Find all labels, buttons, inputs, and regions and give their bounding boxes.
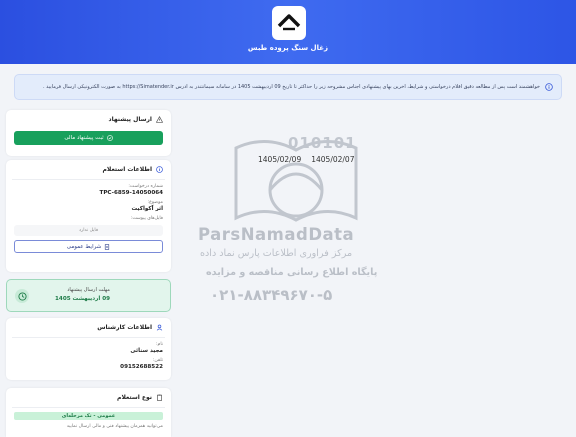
clipboard-icon xyxy=(157,394,162,401)
request-number-label: شماره درخواست: xyxy=(128,184,163,189)
inquiry-info-header: اطلاعات استعلام xyxy=(6,160,171,179)
expert-info-header: اطلاعات کارشناس xyxy=(6,318,171,337)
notice-text: خواهشمند است پس از مطالعه دقیق اقلام درخ… xyxy=(43,84,540,90)
user-icon xyxy=(156,324,163,331)
inquiry-type-card: نوع استعلام عمومی - تک مرحله‌ای می‌توانی… xyxy=(6,388,171,437)
subject-label: موضوع: xyxy=(147,200,163,205)
watermark-line1: مرکز فراوری اطلاعات پارس نماد داده xyxy=(200,248,353,259)
house-logo-icon xyxy=(277,14,301,31)
company-logo xyxy=(272,6,306,40)
deadline-card: مهلت ارسال پیشنهاد 09 اردیبهشت 1405 xyxy=(6,279,171,312)
watermark-digits: 010101 xyxy=(288,134,357,152)
expert-phone-label: تلفن: xyxy=(152,358,163,363)
divider xyxy=(12,337,165,338)
send-offer-header: ارسال پیشنهاد xyxy=(6,110,171,129)
watermark-brand: ParsNamadData xyxy=(198,225,355,244)
request-number: TPC-6859-14050064 xyxy=(99,190,164,196)
date-range: 1405/02/09 1405/02/07 xyxy=(258,155,354,164)
inquiry-info-title: اطلاعات استعلام xyxy=(102,166,152,173)
inquiry-info-card: اطلاعات استعلام شماره درخواست: TPC-6859-… xyxy=(6,160,171,272)
company-name: زغال سنگ پروده طبس xyxy=(247,44,329,52)
subject: اثر آکواکیت xyxy=(131,206,164,212)
attachments-label: فایل‌های پیوست: xyxy=(130,216,163,221)
header-banner: زغال سنگ پروده طبس xyxy=(0,0,576,64)
expert-name: مجید سنائی xyxy=(130,348,163,354)
divider xyxy=(12,179,165,180)
date-start: 1405/02/07 xyxy=(311,155,355,164)
date-end: 1405/02/09 xyxy=(258,155,302,164)
warning-icon xyxy=(156,116,163,123)
deadline-label: مهلت ارسال پیشنهاد xyxy=(67,287,110,293)
expert-phone: 09152688522 xyxy=(120,364,163,370)
general-terms-label: شرایط عمومی xyxy=(66,243,102,250)
clock-icon xyxy=(17,291,27,301)
inquiry-type-title: نوع استعلام xyxy=(117,394,152,401)
divider xyxy=(12,407,165,408)
notice-banner: خواهشمند است پس از مطالعه دقیق اقلام درخ… xyxy=(14,74,562,100)
check-icon xyxy=(106,135,113,141)
attachments-empty: فایل ندارد xyxy=(14,225,163,236)
document-icon xyxy=(105,243,110,250)
send-offer-title: ارسال پیشنهاد xyxy=(108,116,152,123)
send-offer-card: ارسال پیشنهاد ثبت پیشنهاد مالی xyxy=(6,110,171,156)
info-icon xyxy=(545,83,553,91)
deadline-value: 09 اردیبهشت 1405 xyxy=(55,296,110,302)
watermark-phone: ۰۲۱-۸۸۳۴۹۶۷۰-۵ xyxy=(210,286,333,304)
inquiry-type-description: می‌توانید همزمان پیشنهاد فنی و مالی ارسا… xyxy=(66,424,163,429)
watermark-line2: پایگاه اطلاع رسانی مناقصه و مزایده xyxy=(206,267,378,278)
expert-info-card: اطلاعات کارشناس نام: مجید سنائی تلفن: 09… xyxy=(6,318,171,380)
expert-info-title: اطلاعات کارشناس xyxy=(97,324,152,331)
expert-name-label: نام: xyxy=(155,342,163,347)
inquiry-type-badge: عمومی - تک مرحله‌ای xyxy=(14,412,163,420)
submit-financial-offer-button[interactable]: ثبت پیشنهاد مالی xyxy=(14,131,163,145)
submit-financial-offer-label: ثبت پیشنهاد مالی xyxy=(64,135,104,141)
general-terms-button[interactable]: شرایط عمومی xyxy=(14,240,163,253)
info-circle-icon xyxy=(156,166,163,173)
inquiry-type-header: نوع استعلام xyxy=(6,388,171,407)
clock-badge xyxy=(15,289,29,303)
